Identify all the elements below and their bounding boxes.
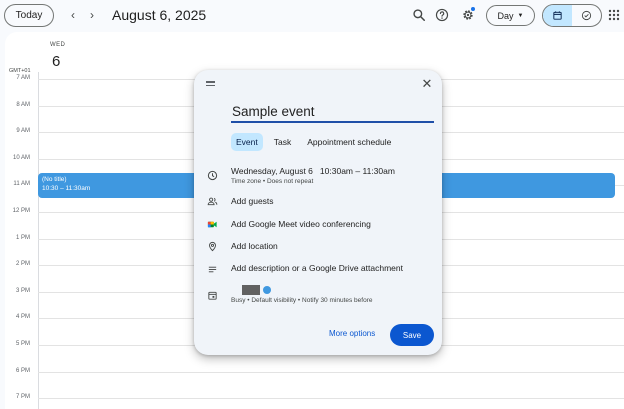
hour-label: 10 AM: [12, 154, 30, 161]
save-button[interactable]: Save: [390, 324, 434, 346]
event-date[interactable]: Wednesday, August 6: [231, 166, 313, 176]
tab-task[interactable]: Task: [269, 133, 296, 151]
apps-grid-icon[interactable]: [608, 9, 620, 21]
clock-icon: [206, 169, 218, 181]
check-circle-icon: [581, 10, 592, 21]
timezone-label: GMT+01: [9, 68, 31, 74]
hour-label: 6 PM: [15, 367, 30, 374]
location-pin-icon: [206, 240, 218, 252]
calendar-event-icon: [206, 289, 218, 301]
calendar-name-redacted[interactable]: [242, 285, 260, 295]
close-icon[interactable]: ✕: [420, 76, 434, 91]
top-bar: Today ‹ › August 6, 2025 Day ▼: [0, 0, 624, 32]
google-meet-icon: [206, 218, 218, 230]
notification-dot: [471, 7, 475, 11]
time-separator: –: [355, 166, 361, 176]
calendar-toggle[interactable]: [543, 5, 572, 26]
more-options-button[interactable]: More options: [329, 329, 375, 338]
event-type-tabs: Event Task Appointment schedule: [231, 132, 396, 152]
people-icon: [206, 195, 218, 207]
hour-gridline[interactable]: [38, 398, 624, 400]
today-button[interactable]: Today: [4, 4, 54, 27]
time-column-divider: [38, 72, 39, 409]
hour-label: 1 PM: [15, 234, 30, 241]
caret-down-icon: ▼: [517, 12, 524, 19]
event-datetime[interactable]: Wednesday, August 6 10:30am – 11:30am: [231, 166, 395, 176]
date-title: August 6, 2025: [112, 7, 207, 23]
search-icon[interactable]: [411, 7, 427, 23]
hour-gridline[interactable]: [38, 371, 624, 373]
weekday-label: WED: [50, 42, 66, 48]
drag-handle-icon[interactable]: [206, 81, 215, 87]
calendar-icon: [553, 11, 562, 20]
status-visibility-notification[interactable]: Busy • Default visibility • Notify 30 mi…: [231, 297, 372, 304]
hour-label: 2 PM: [15, 261, 30, 268]
help-icon[interactable]: [434, 7, 450, 23]
timezone-repeat-label[interactable]: Time zone • Does not repeat: [231, 178, 313, 185]
view-selector[interactable]: Day ▼: [486, 5, 535, 26]
hour-label: 9 AM: [16, 128, 30, 135]
hour-label: 8 AM: [16, 101, 30, 108]
tasks-toggle[interactable]: [572, 5, 601, 26]
event-title-input[interactable]: Sample event: [231, 104, 434, 123]
view-label: Day: [497, 10, 514, 21]
description-icon: [206, 263, 218, 275]
add-location[interactable]: Add location: [231, 241, 278, 251]
chevron-right-icon[interactable]: ›: [85, 7, 99, 23]
add-description[interactable]: Add description or a Google Drive attach…: [231, 263, 403, 273]
hour-label: 4 PM: [15, 314, 30, 321]
chevron-left-icon[interactable]: ‹: [66, 7, 80, 23]
event-color-dot[interactable]: [263, 286, 271, 294]
end-time[interactable]: 11:30am: [363, 166, 395, 176]
hour-label: 12 PM: [12, 208, 30, 214]
hour-label: 3 PM: [15, 287, 30, 294]
add-guests[interactable]: Add guests: [231, 196, 274, 206]
hour-label: 11 AM: [13, 181, 30, 188]
calendar-tasks-toggle: [542, 4, 602, 27]
start-time[interactable]: 10:30am: [320, 166, 353, 176]
hour-label: 7 PM: [15, 394, 30, 401]
tab-event[interactable]: Event: [231, 133, 263, 151]
hour-label: 7 AM: [16, 75, 30, 81]
tab-appointment-schedule[interactable]: Appointment schedule: [302, 133, 396, 151]
add-meet-conferencing[interactable]: Add Google Meet video conferencing: [231, 219, 371, 229]
hour-label: 5 PM: [15, 341, 30, 347]
quick-event-dialog: ✕ Sample event Event Task Appointment sc…: [194, 70, 442, 355]
day-number[interactable]: 6: [52, 53, 60, 70]
